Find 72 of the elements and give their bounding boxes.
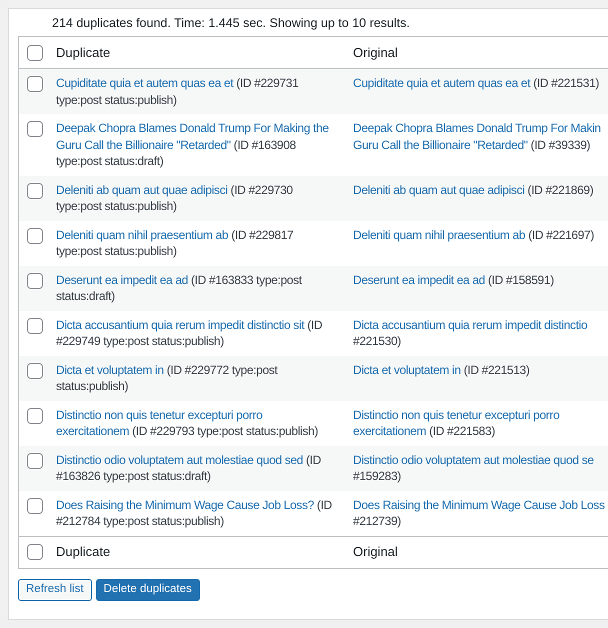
post-link[interactable]: Deleniti ab quam aut quae adipisci	[56, 182, 228, 196]
checkbox[interactable]	[27, 44, 43, 60]
post-link[interactable]: Deleniti ab quam aut quae adipisci	[353, 182, 525, 196]
checkbox[interactable]	[27, 182, 43, 198]
post-link[interactable]: exercitationem	[353, 424, 426, 438]
post-link[interactable]: Dicta et voluptatem in	[353, 362, 461, 376]
post-details: #212784 type:post status:publish)	[56, 514, 224, 528]
checkbox[interactable]	[27, 452, 43, 468]
action-button[interactable]: Refresh list	[18, 578, 92, 600]
post-details: (ID #229731	[236, 76, 298, 90]
post-details: status:draft)	[56, 289, 115, 303]
post-link[interactable]: Cupiditate quia et autem quas ea et	[56, 76, 234, 90]
checkbox[interactable]	[27, 362, 43, 378]
checkbox[interactable]	[27, 272, 43, 288]
checkbox[interactable]	[27, 228, 43, 244]
post-details: #163826 type:post status:draft)	[56, 469, 211, 483]
post-link[interactable]: exercitationem	[56, 424, 130, 438]
column-header: Original	[353, 544, 398, 560]
post-details: type:post status:publish)	[56, 244, 177, 258]
post-details: (ID #163908	[234, 138, 296, 152]
post-link[interactable]: Deleniti quam nihil praesentium ab	[353, 228, 526, 242]
post-link[interactable]: Guru Call the Billionaire "Retarded"	[56, 138, 231, 152]
checkbox[interactable]	[27, 498, 43, 514]
post-link[interactable]: Deepak Chopra Blames Donald Trump For Making the	[56, 121, 329, 135]
post-details: (ID #39339)	[530, 138, 590, 152]
post-details: (ID	[306, 452, 321, 466]
checkbox[interactable]	[27, 408, 43, 424]
post-link[interactable]: Distinctio odio voluptatem aut molestiae quod se	[353, 452, 594, 466]
post-link[interactable]: Does Raising the Minimum Wage Cause Job Loss?	[56, 498, 314, 512]
checkbox[interactable]	[27, 121, 43, 137]
post-link[interactable]: Guru Call the Billionaire "Retarded"	[353, 138, 528, 152]
post-link[interactable]: Dicta accusantium quia rerum impedit distinctio	[353, 318, 588, 332]
column-header: Duplicate	[56, 544, 110, 560]
summary-text: 214 duplicates found. Time: 1.445 sec. Showing up to 10 results.	[52, 15, 410, 32]
post-link[interactable]: Dicta accusantium quia rerum impedit distinctio sit	[56, 318, 304, 332]
column-header: Original	[353, 44, 398, 60]
post-details: #159283)	[353, 469, 401, 483]
post-details: (ID #221531)	[533, 76, 600, 90]
post-link[interactable]: Distinctio odio voluptatem aut molestiae quod sed	[56, 452, 304, 466]
post-details: (ID #221697)	[528, 228, 594, 242]
post-link[interactable]: Distinctio non quis tenetur excepturi porro	[353, 408, 560, 422]
post-details: (ID #229793 type:post status:publish)	[132, 424, 318, 438]
post-details: status:publish)	[56, 379, 128, 393]
post-details: type:post status:publish)	[56, 199, 177, 213]
post-details: type:post status:draft)	[56, 154, 164, 168]
post-link[interactable]: Distinctio non quis tenetur excepturi porro	[56, 408, 262, 422]
post-details: #221530)	[353, 334, 401, 348]
post-details: type:post status:publish)	[56, 92, 177, 106]
post-details: (ID #221869)	[528, 182, 594, 196]
post-link[interactable]: Dicta et voluptatem in	[56, 362, 164, 376]
post-details: (ID	[316, 498, 332, 512]
checkbox[interactable]	[27, 544, 43, 560]
post-details: (ID #221583)	[429, 424, 495, 438]
post-details: (ID	[307, 318, 322, 332]
post-details: (ID #163833 type:post	[191, 272, 302, 286]
post-link[interactable]: Cupiditate quia et autem quas ea et	[353, 76, 530, 90]
post-details: (ID #221513)	[464, 362, 530, 376]
post-details: #229749 type:post status:publish)	[56, 334, 224, 348]
post-link[interactable]: Deepak Chopra Blames Donald Trump For Makin	[353, 121, 601, 135]
checkbox[interactable]	[27, 318, 43, 334]
post-link[interactable]: Deserunt ea impedit ea ad	[353, 272, 486, 286]
post-details: (ID #229772 type:post	[166, 362, 278, 376]
column-header: Duplicate	[56, 44, 110, 60]
post-details: (ID #229817	[231, 228, 294, 242]
post-link[interactable]: Does Raising the Minimum Wage Cause Job Loss	[353, 498, 605, 512]
post-details: (ID #158591)	[488, 272, 554, 286]
post-link[interactable]: Deserunt ea impedit ea ad	[56, 272, 188, 286]
post-details: (ID #229730	[230, 182, 293, 196]
action-button[interactable]: Delete duplicates	[96, 578, 200, 600]
post-details: #212739)	[353, 514, 401, 528]
post-link[interactable]: Deleniti quam nihil praesentium ab	[56, 228, 228, 242]
checkbox[interactable]	[27, 76, 43, 92]
